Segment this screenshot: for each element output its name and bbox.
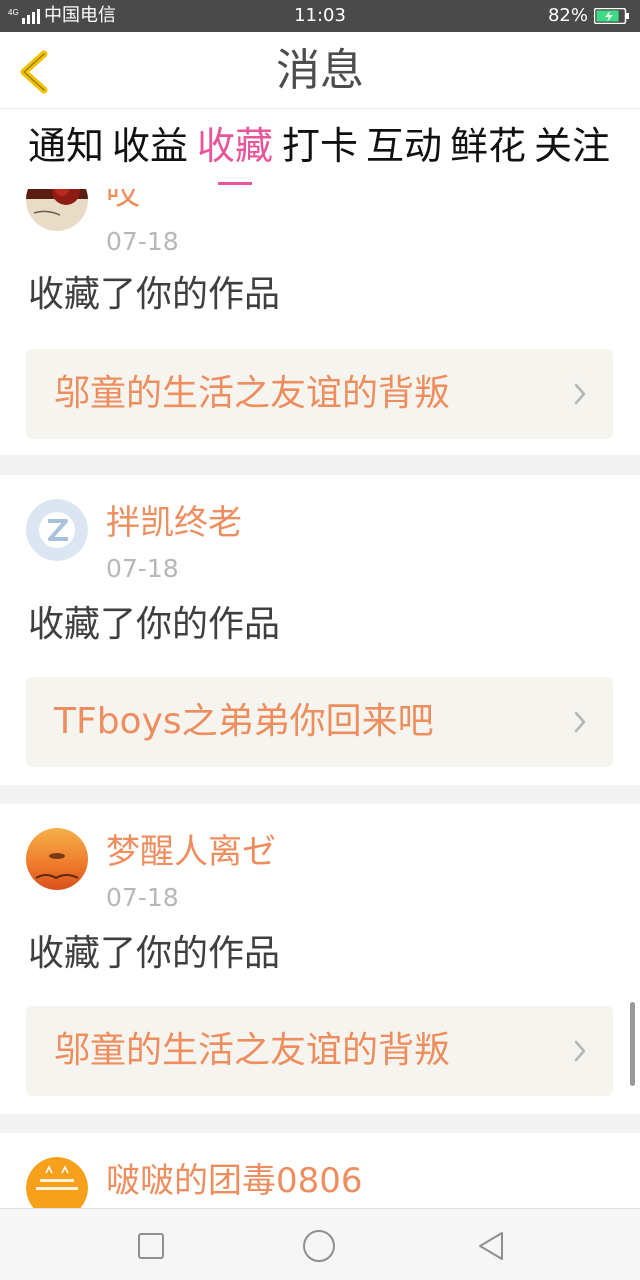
work-title: 邬童的生活之友谊的背叛 [54, 373, 451, 414]
active-tab-indicator [218, 182, 252, 185]
list-item: 梦醒人离ゼ 07-18 收藏了你的作品 邬童的生活之友谊的背叛 [0, 804, 640, 1114]
qq-default-avatar [26, 499, 88, 561]
list-item: 啵啵的团毒0806 [0, 1133, 640, 1208]
tab-checkin[interactable]: 打卡 [278, 123, 362, 169]
tab-follows[interactable]: 关注 [530, 123, 614, 169]
chevron-right-icon [574, 1040, 586, 1062]
chevron-right-icon [574, 711, 586, 733]
tab-notifications[interactable]: 通知 [24, 123, 108, 169]
timestamp: 07-18 [106, 227, 179, 256]
tab-interaction[interactable]: 互动 [362, 123, 446, 169]
avatar[interactable] [26, 189, 88, 231]
avatar[interactable] [26, 499, 88, 561]
orange-cartoon-avatar [26, 1157, 88, 1208]
list-item: 哎 07-18 收藏了你的作品 邬童的生活之友谊的背叛 [0, 189, 640, 455]
top-header: 消息 [0, 32, 640, 109]
avatar[interactable] [26, 1157, 88, 1208]
system-nav-bar [0, 1208, 640, 1280]
action-text: 收藏了你的作品 [28, 604, 281, 645]
action-text: 收藏了你的作品 [28, 274, 281, 315]
scrollbar[interactable] [630, 1002, 635, 1086]
message-list[interactable]: 哎 07-18 收藏了你的作品 邬童的生活之友谊的背叛 拌凯终老 07-18 收… [0, 189, 640, 1208]
timestamp: 07-18 [106, 883, 179, 912]
list-item: 拌凯终老 07-18 收藏了你的作品 TFboys之弟弟你回来吧 [0, 475, 640, 785]
battery-icon [594, 8, 629, 24]
triangle-back-icon[interactable] [474, 1229, 508, 1263]
work-title: TFboys之弟弟你回来吧 [54, 701, 434, 742]
rose-photo-avatar [26, 189, 88, 231]
action-text: 收藏了你的作品 [28, 933, 281, 974]
work-link[interactable]: 邬童的生活之友谊的背叛 [26, 1006, 613, 1096]
square-recents-icon[interactable] [134, 1229, 168, 1263]
username[interactable]: 哎 [106, 189, 140, 213]
work-link[interactable]: TFboys之弟弟你回来吧 [26, 677, 613, 767]
tab-bar: 通知 收益 收藏 打卡 互动 鲜花 关注 [0, 109, 640, 189]
status-bar: 4G 中国电信 11:03 82% [0, 0, 640, 32]
avatar[interactable] [26, 828, 88, 890]
tab-flowers[interactable]: 鲜花 [446, 123, 530, 169]
tab-earnings[interactable]: 收益 [108, 123, 192, 169]
clock: 11:03 [294, 5, 346, 26]
page-title: 消息 [276, 45, 364, 96]
work-link[interactable]: 邬童的生活之友谊的背叛 [26, 349, 613, 439]
sunset-avatar [26, 828, 88, 890]
username[interactable]: 梦醒人离ゼ [106, 832, 276, 872]
chevron-right-icon [574, 383, 586, 405]
battery-percent: 82% [547, 5, 588, 26]
circle-home-icon[interactable] [302, 1229, 336, 1263]
tab-favorites[interactable]: 收藏 [193, 123, 277, 169]
username[interactable]: 拌凯终老 [106, 503, 242, 543]
screen: 4G 中国电信 11:03 82% 消息 通知 收益 收藏 打卡 互动 鲜花 关… [0, 0, 640, 1280]
work-title: 邬童的生活之友谊的背叛 [54, 1030, 451, 1071]
timestamp: 07-18 [106, 554, 179, 583]
username[interactable]: 啵啵的团毒0806 [106, 1161, 363, 1201]
